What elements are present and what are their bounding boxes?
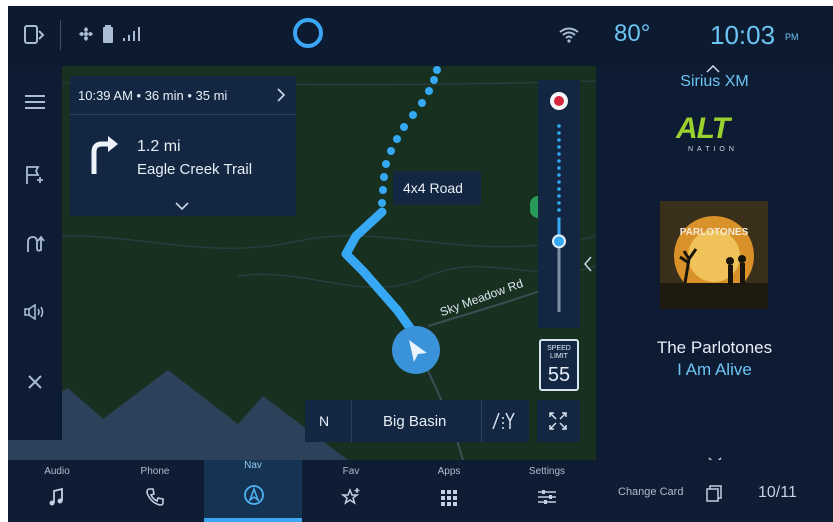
divider — [60, 20, 61, 50]
status-bar: 80° 10:03 PM — [8, 6, 833, 66]
tab-apps-label: Apps — [437, 466, 461, 477]
tab-fav[interactable]: Fav — [302, 460, 400, 522]
tab-fav-label: Fav — [342, 466, 360, 477]
collapse-panel-chevron-icon[interactable] — [584, 256, 592, 277]
tab-audio[interactable]: Audio — [8, 460, 106, 522]
trip-eta-summary: 10:39 AM • 36 min • 35 mi — [78, 88, 228, 103]
turn-right-arrow-icon — [88, 134, 122, 179]
tab-audio-label: Audio — [44, 466, 70, 477]
clock-ampm: PM — [785, 32, 799, 42]
album-art-title: PARLOTONES — [679, 227, 749, 238]
wifi-icon — [559, 27, 579, 43]
zoom-track-dot — [557, 138, 561, 142]
zoom-track[interactable] — [538, 80, 580, 328]
station-logo-sub: NATION — [688, 146, 738, 153]
destination-name[interactable]: Big Basin — [383, 413, 446, 430]
zoom-track-dot — [557, 145, 561, 149]
zoom-track-dot — [557, 187, 561, 191]
outside-temperature: 80° — [614, 20, 651, 47]
zoom-track-dot — [557, 152, 561, 156]
destination-bar[interactable]: N Big Basin — [305, 400, 529, 442]
tab-phone[interactable]: Phone — [106, 460, 204, 522]
voice-assistant-icon[interactable] — [291, 16, 325, 50]
tab-nav-label: Nav — [244, 460, 262, 471]
zoom-track-dot — [557, 180, 561, 184]
speed-limit-label: SPEED LIMIT — [547, 345, 571, 360]
zoom-track-dot — [557, 201, 561, 205]
zoom-track-dot — [557, 124, 561, 128]
station-logo: ALT NATION — [674, 112, 754, 162]
tab-phone-label: Phone — [140, 466, 170, 477]
nav-volume-icon[interactable] — [22, 299, 48, 325]
card-counter: 10/11 — [758, 484, 797, 501]
cancel-route-icon[interactable] — [22, 369, 48, 395]
cell-signal-icon — [123, 27, 143, 41]
infotainment-screen: 80° 10:03 PM 4x4 Road Sky Meadow Rd 10:3… — [8, 6, 833, 522]
media-source-label: Sirius XM — [680, 73, 749, 90]
next-turn-street: Eagle Creek Trail — [137, 161, 253, 178]
divider — [481, 400, 482, 442]
phone-handset-icon — [145, 487, 165, 507]
zoom-track-dot — [557, 166, 561, 170]
bottom-navigation-bar: Audio Phone Nav Fav Apps Settings Change… — [8, 460, 833, 522]
compass-heading[interactable]: N — [319, 413, 329, 429]
vehicle-position-icon — [392, 326, 440, 374]
fullscreen-button[interactable] — [537, 400, 580, 442]
divider — [351, 400, 352, 442]
active-tab-indicator — [204, 518, 302, 522]
fullscreen-icon — [549, 412, 567, 435]
album-art: PARLOTONES — [660, 201, 768, 309]
navigation-compass-icon — [243, 484, 264, 505]
track-title: I Am Alive — [677, 360, 752, 379]
phone-projection-icon[interactable] — [24, 25, 46, 45]
zoom-track-dot — [557, 131, 561, 135]
speed-limit-sign: SPEED LIMIT 55 — [539, 339, 579, 391]
next-turn-distance: 1.2 mi — [137, 138, 181, 155]
tab-apps[interactable]: Apps — [400, 460, 498, 522]
map-tools-rail — [8, 66, 62, 440]
zoom-track-dot — [557, 159, 561, 163]
tab-settings[interactable]: Settings — [498, 460, 596, 522]
tab-nav[interactable]: Nav — [204, 460, 302, 522]
chevron-down-icon[interactable] — [175, 198, 189, 216]
clock-time: 10:03 — [710, 20, 776, 50]
speed-limit-value: 55 — [547, 364, 571, 386]
apps-grid-icon — [439, 487, 459, 507]
climate-fan-icon — [78, 26, 94, 42]
route-overview-icon[interactable] — [491, 412, 517, 435]
zoom-track-dot — [557, 194, 561, 198]
zoom-track-dot — [557, 173, 561, 177]
route-options-icon[interactable] — [22, 231, 48, 257]
menu-icon[interactable] — [22, 89, 48, 115]
track-artist: The Parlotones — [656, 338, 773, 357]
turn-by-turn-card[interactable]: 10:39 AM • 36 min • 35 mi 1.2 mi Eagle C… — [70, 76, 296, 216]
station-logo-main: ALT — [676, 112, 730, 145]
zoom-track-dot — [557, 208, 561, 212]
change-card-label[interactable]: Change Card — [618, 486, 683, 498]
trip-summary-bar[interactable]: 10:39 AM • 36 min • 35 mi — [70, 76, 296, 115]
route-label: 4x4 Road — [403, 180, 463, 196]
add-destination-flag-icon[interactable] — [22, 162, 48, 188]
battery-icon — [103, 25, 113, 43]
route-label-badge: 4x4 Road — [393, 171, 481, 205]
zoom-slider[interactable] — [538, 80, 580, 328]
chevron-right-icon[interactable] — [276, 88, 286, 107]
tab-settings-label: Settings — [528, 466, 566, 477]
music-note-icon — [47, 487, 67, 507]
cards-stack-icon[interactable] — [706, 484, 724, 507]
star-add-icon — [340, 487, 361, 507]
settings-sliders-icon — [537, 487, 557, 507]
